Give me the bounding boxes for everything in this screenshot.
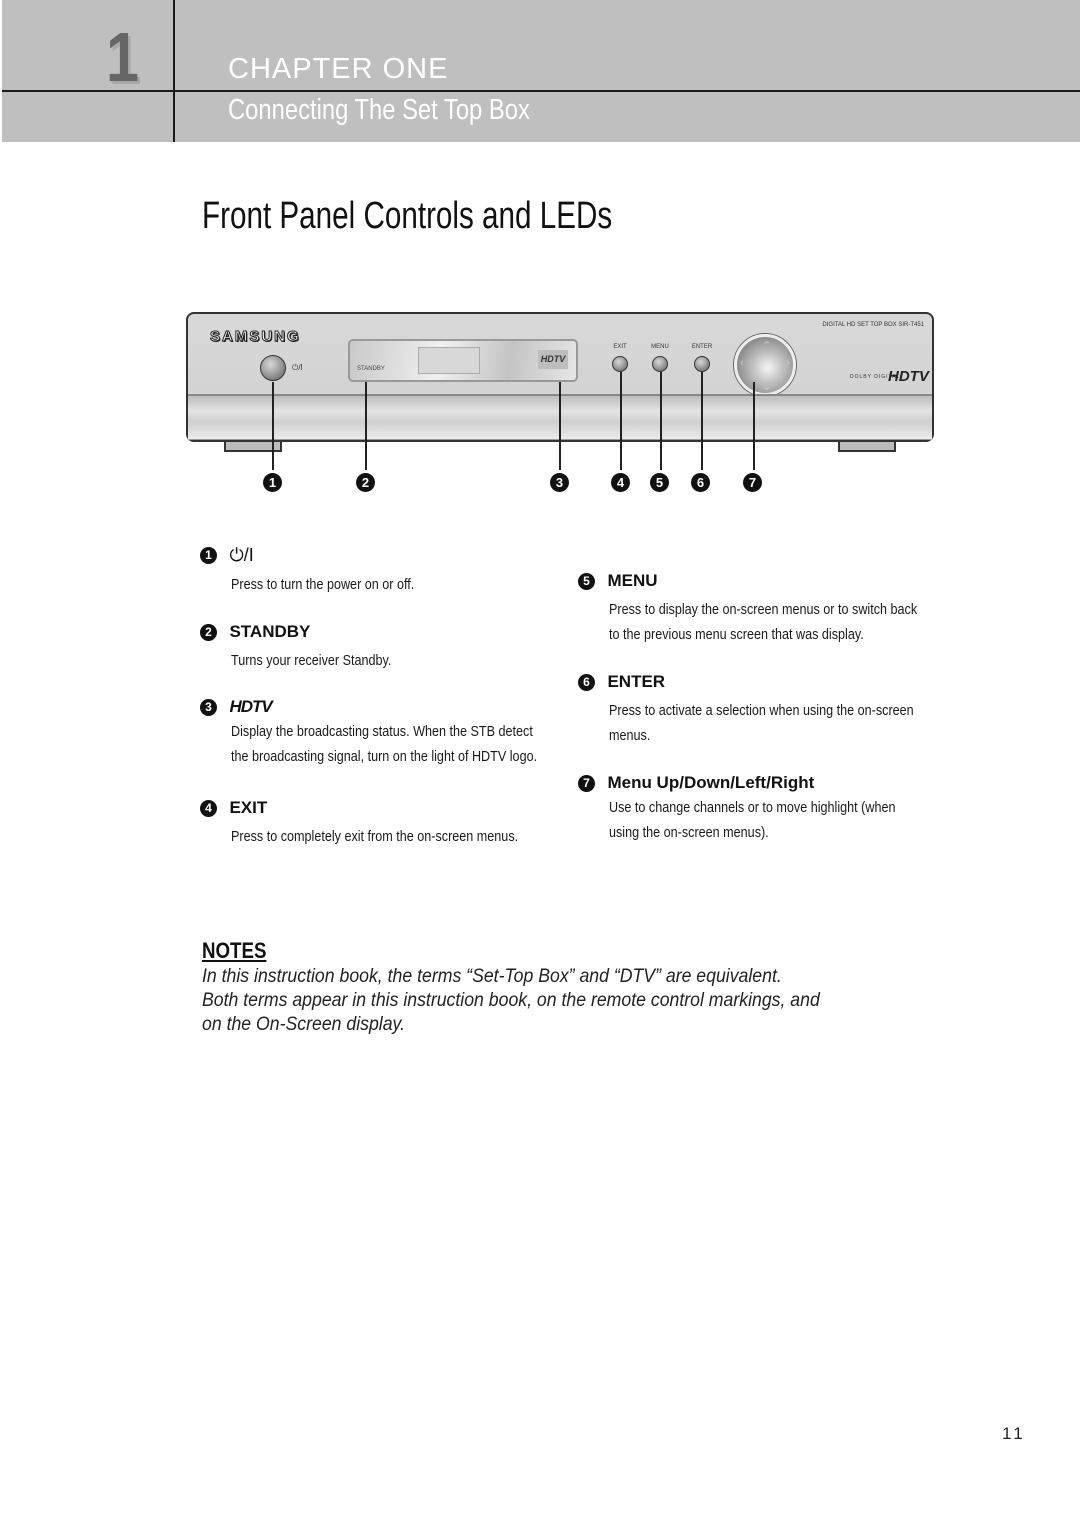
device-foot-right	[838, 442, 896, 452]
callout-number: 7	[743, 473, 762, 492]
item-exit: 4 EXIT Press to completely exit from the…	[200, 798, 573, 849]
callout-number: 1	[263, 473, 282, 492]
item-title: EXIT	[229, 798, 268, 817]
item-number: 2	[200, 623, 217, 641]
item-description: Press to activate a selection when using…	[609, 698, 914, 748]
standby-led-label: STANDBY	[357, 366, 385, 372]
lcd-window	[418, 347, 480, 374]
power-icon: ⏻/I	[229, 545, 254, 565]
chapter-number: 1	[106, 18, 140, 96]
item-standby: 2 STANDBY Turns your receiver Standby.	[200, 622, 422, 673]
callout-line-5	[660, 372, 662, 470]
notes-line: In this instruction book, the terms “Set…	[202, 966, 782, 987]
item-description-line: Display the broadcasting status. When th…	[231, 723, 533, 740]
arrow-down-icon: ⌄	[762, 381, 772, 393]
item-title: MENU	[607, 571, 658, 590]
model-label: DIGITAL HD SET TOP BOX SIR-T451	[822, 322, 924, 328]
menu-button	[652, 356, 668, 372]
arrow-left-icon: ‹	[740, 357, 744, 369]
power-icon: ⏻/I	[292, 363, 303, 372]
item-description-line: menus.	[609, 727, 651, 744]
page-number: 11	[1002, 1424, 1026, 1443]
item-number: 7	[578, 774, 595, 792]
item-description: Press to display the on-screen menus or …	[609, 597, 917, 647]
item-power: 1 ⏻/I Press to turn the power on or off.	[200, 545, 449, 597]
brand-logo: SAMSUNG	[210, 328, 301, 346]
exit-button	[612, 356, 628, 372]
item-menu: 5 MENU Press to display the on-screen me…	[578, 571, 976, 647]
item-description: Turns your receiver Standby.	[231, 652, 392, 669]
callout-line-6	[701, 372, 703, 470]
callout-number: 5	[650, 473, 669, 492]
header-divider-vertical	[173, 0, 175, 142]
callout-line-1	[272, 382, 274, 470]
item-title: Menu Up/Down/Left/Right	[607, 773, 815, 792]
chapter-label: CHAPTER ONE	[228, 53, 449, 85]
power-button	[260, 355, 286, 381]
item-description-line: Press to display the on-screen menus or …	[609, 601, 918, 618]
callout-number: 2	[356, 473, 375, 492]
notes-body: In this instruction book, the terms “Set…	[202, 965, 820, 1037]
item-description-line: using the on-screen menus).	[609, 824, 769, 841]
callout-line-7	[753, 382, 755, 470]
chapter-header: 1 CHAPTER ONE Connecting The Set Top Box	[2, 0, 1080, 142]
item-description: Press to completely exit from the on-scr…	[231, 828, 519, 845]
item-number: 1	[200, 547, 217, 564]
arrow-right-icon: ›	[786, 357, 790, 369]
callout-line-2	[365, 382, 367, 470]
callout-number: 6	[691, 473, 710, 492]
page-title: Front Panel Controls and LEDs	[202, 195, 613, 237]
item-number: 6	[578, 673, 595, 691]
callout-number: 3	[550, 473, 569, 492]
exit-label: EXIT	[613, 344, 627, 350]
item-number: 4	[200, 799, 217, 817]
chapter-subtitle: Connecting The Set Top Box	[228, 94, 530, 126]
enter-button	[694, 356, 710, 372]
item-title: STANDBY	[229, 622, 311, 641]
item-navigation: 7 Menu Up/Down/Left/Right Use to change …	[578, 773, 950, 845]
item-description-line: to the previous menu screen that was dis…	[609, 626, 864, 643]
header-divider-horizontal	[2, 90, 1080, 92]
item-title: ENTER	[607, 672, 666, 691]
notes-line: Both terms appear in this instruction bo…	[202, 990, 820, 1011]
hdtv-tuner-logo: HDTV	[888, 368, 929, 385]
item-description: Use to change channels or to move highli…	[609, 795, 895, 845]
callout-number: 4	[611, 473, 630, 492]
item-number: 5	[578, 572, 595, 590]
navigation-pad: ⌃ ⌄ ‹ ›	[734, 334, 796, 396]
hdtv-led-icon: HDTV	[538, 350, 568, 369]
item-description: Display the broadcasting status. When th…	[231, 719, 537, 769]
item-description-line: the broadcasting signal, turn on the lig…	[231, 748, 538, 765]
front-display: STANDBY HDTV	[348, 339, 578, 382]
item-description: Press to turn the power on or off.	[231, 576, 415, 593]
item-hdtv: 3 HDTV Display the broadcasting status. …	[200, 697, 595, 769]
notes-line: on the On-Screen display.	[202, 1014, 406, 1035]
menu-label: MENU	[651, 344, 669, 350]
callout-line-4	[620, 372, 622, 470]
notes-heading: NOTES	[202, 938, 267, 963]
item-description-line: Use to change channels or to move highli…	[609, 799, 896, 816]
enter-label: ENTER	[691, 344, 713, 350]
arrow-up-icon: ⌃	[762, 340, 772, 352]
item-enter: 6 ENTER Press to activate a selection wh…	[578, 672, 972, 748]
item-number: 3	[200, 698, 217, 716]
callout-line-3	[559, 382, 561, 470]
item-description-line: Press to activate a selection when using…	[609, 702, 914, 719]
hdtv-logo-icon: HDTV	[229, 697, 272, 716]
